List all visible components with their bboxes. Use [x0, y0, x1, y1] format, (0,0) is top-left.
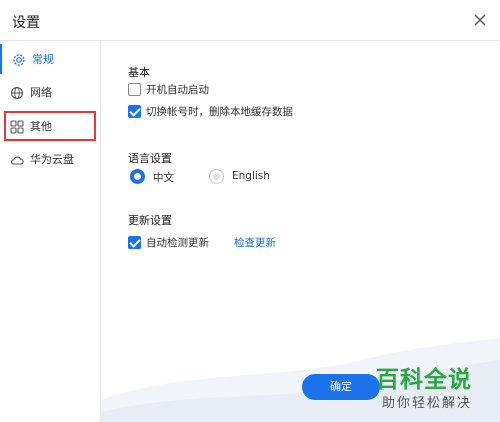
basic-section-title: 基本: [128, 66, 150, 79]
auto-check-update-checkbox[interactable]: [128, 236, 141, 249]
gear-icon: [12, 52, 26, 66]
language-radio-english[interactable]: [209, 169, 224, 184]
language-section-title: 语言设置: [128, 152, 172, 165]
clear-cache-checkbox[interactable]: [128, 105, 141, 118]
autostart-checkbox[interactable]: [128, 83, 141, 96]
watermark-sub: 助你轻松解决: [382, 396, 473, 411]
sidebar-item-label: 网络: [30, 86, 52, 99]
window-title: 设置: [12, 15, 40, 31]
cloud-icon: [10, 152, 24, 166]
sidebar-item-label: 其他: [30, 120, 52, 133]
close-icon[interactable]: [470, 10, 490, 30]
sidebar-item-network[interactable]: 网络: [0, 77, 100, 107]
title-bar: 设置: [0, 0, 500, 41]
clear-cache-label: 切换帐号时，删除本地缓存数据: [146, 106, 293, 118]
auto-check-update-label: 自动检测更新: [146, 237, 209, 249]
sidebar-item-general[interactable]: 常规: [0, 44, 100, 74]
autostart-label: 开机自动启动: [146, 84, 209, 96]
watermark: 百科全说 助你轻松解决: [376, 360, 488, 414]
ok-button[interactable]: 确定: [302, 374, 380, 400]
language-option-label: English: [232, 170, 270, 182]
watermark-main: 百科全说: [376, 367, 472, 393]
globe-icon: [10, 85, 24, 100]
language-option-label: 中文: [153, 172, 174, 184]
language-radio-chinese[interactable]: [130, 169, 145, 184]
sidebar-item-huawei-cloud[interactable]: 华为云盘: [0, 144, 100, 174]
sidebar-item-other[interactable]: 其他: [4, 111, 96, 141]
check-update-link[interactable]: 检查更新: [234, 235, 276, 250]
update-section-title: 更新设置: [128, 214, 172, 227]
grid-icon: [10, 119, 24, 134]
sidebar-item-label: 常规: [32, 53, 54, 66]
sidebar-item-label: 华为云盘: [30, 153, 74, 166]
sidebar: 常规 网络 其他 华为云盘: [0, 41, 101, 422]
